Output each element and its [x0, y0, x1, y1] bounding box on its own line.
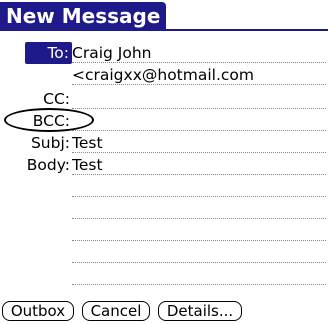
to-email-field[interactable]: <craigxx@hotmail.com [72, 64, 254, 86]
title-rule [0, 29, 328, 31]
details-button[interactable]: Details... [158, 301, 242, 321]
body-label: Body: [26, 156, 70, 174]
to-underline [72, 62, 326, 63]
body-line[interactable] [0, 198, 328, 220]
body-line-rule [72, 218, 326, 219]
body-line[interactable] [0, 264, 328, 286]
to-label-button[interactable]: To: [25, 42, 72, 64]
to-email-row: <craigxx@hotmail.com [0, 64, 328, 86]
body-line-rule [72, 262, 326, 263]
body-field[interactable]: Test [72, 154, 103, 176]
bcc-underline [72, 130, 326, 131]
body-line-rule [72, 196, 326, 197]
subj-field[interactable]: Test [72, 132, 103, 154]
cc-underline [72, 108, 326, 109]
body-line-rule [72, 240, 326, 241]
title-bar: New Message [0, 0, 328, 34]
to-email-underline [72, 84, 326, 85]
body-line[interactable] [0, 242, 328, 264]
cc-row: CC: [0, 88, 328, 110]
body-line[interactable] [0, 220, 328, 242]
body-line[interactable] [0, 176, 328, 198]
bcc-highlight-circle [4, 108, 94, 132]
to-row: To: Craig John [0, 42, 328, 64]
cancel-button[interactable]: Cancel [82, 301, 150, 321]
body-row: Body: Test [0, 154, 328, 176]
body-underline [72, 174, 326, 175]
outbox-button[interactable]: Outbox [2, 301, 74, 321]
subj-row: Subj: Test [0, 132, 328, 154]
body-line-rule [72, 284, 326, 285]
subj-label: Subj: [30, 134, 70, 152]
cc-label[interactable]: CC: [43, 88, 70, 110]
subj-underline [72, 152, 326, 153]
to-name-field[interactable]: Craig John [72, 42, 151, 64]
form-title: New Message [0, 2, 166, 31]
